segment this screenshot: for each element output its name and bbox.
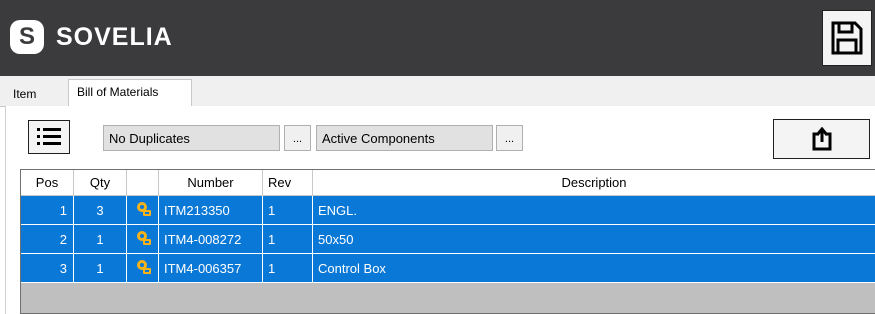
list-icon: [37, 128, 61, 145]
cell-type: [127, 254, 159, 282]
components-browse-button[interactable]: ...: [496, 125, 523, 151]
cell-description: 50x50: [318, 232, 354, 247]
floppy-disk-icon: [831, 21, 863, 55]
cell-pos: 2: [21, 225, 74, 253]
cell-number: ITM213350: [159, 196, 263, 224]
duplicates-filter-field[interactable]: No Duplicates: [103, 125, 280, 151]
tab-bar: Item Bill of Materials: [0, 76, 875, 107]
grid-header: Pos Qty Number Rev Description: [21, 170, 875, 196]
column-header-description[interactable]: Description: [313, 170, 875, 195]
cell-number: ITM4-008272: [159, 225, 263, 253]
bom-grid: Pos Qty Number Rev Description 1 3 ITM21…: [20, 169, 875, 314]
item-part-icon: [136, 202, 151, 216]
list-view-button[interactable]: [28, 120, 70, 154]
duplicates-browse-button[interactable]: ...: [284, 125, 311, 151]
export-button[interactable]: [773, 119, 870, 159]
brand-name: SOVELIA: [56, 22, 173, 51]
table-row[interactable]: 3 1 ITM4-006357 1 Control Box: [21, 254, 875, 283]
item-part-icon: [136, 231, 151, 245]
cell-pos: 1: [21, 196, 74, 224]
column-header-number[interactable]: Number: [159, 170, 263, 195]
item-part-icon: [136, 260, 151, 274]
cell-type: [127, 225, 159, 253]
app-header: S SOVELIA: [0, 0, 875, 76]
cell-rev: 1: [263, 225, 313, 253]
cell-number: ITM4-006357: [159, 254, 263, 282]
cell-description: ENGL.: [318, 203, 358, 218]
components-filter-field[interactable]: Active Components: [316, 125, 493, 151]
save-button[interactable]: [822, 10, 872, 66]
cell-description: Control Box: [318, 261, 386, 276]
cell-pos: 3: [21, 254, 74, 282]
bom-panel: No Duplicates ... Active Components ... …: [5, 106, 875, 314]
column-header-icon[interactable]: [127, 170, 159, 195]
column-header-rev[interactable]: Rev: [263, 170, 313, 195]
cell-type: [127, 196, 159, 224]
tab-item[interactable]: Item: [13, 87, 36, 101]
cell-rev: 1: [263, 196, 313, 224]
table-row[interactable]: 2 1 ITM4-008272 1 50x50: [21, 225, 875, 254]
cell-qty: 1: [74, 225, 127, 253]
cell-rev: 1: [263, 254, 313, 282]
table-row[interactable]: 1 3 ITM213350 1 ENGL.: [21, 196, 875, 225]
cell-qty: 3: [74, 196, 127, 224]
sovelia-logo: S SOVELIA: [10, 20, 173, 54]
cell-qty: 1: [74, 254, 127, 282]
column-header-pos[interactable]: Pos: [21, 170, 74, 195]
tab-bill-of-materials[interactable]: Bill of Materials: [68, 79, 192, 106]
column-header-qty[interactable]: Qty: [74, 170, 127, 195]
export-upload-icon: [812, 127, 831, 151]
logo-badge: S: [10, 20, 44, 54]
